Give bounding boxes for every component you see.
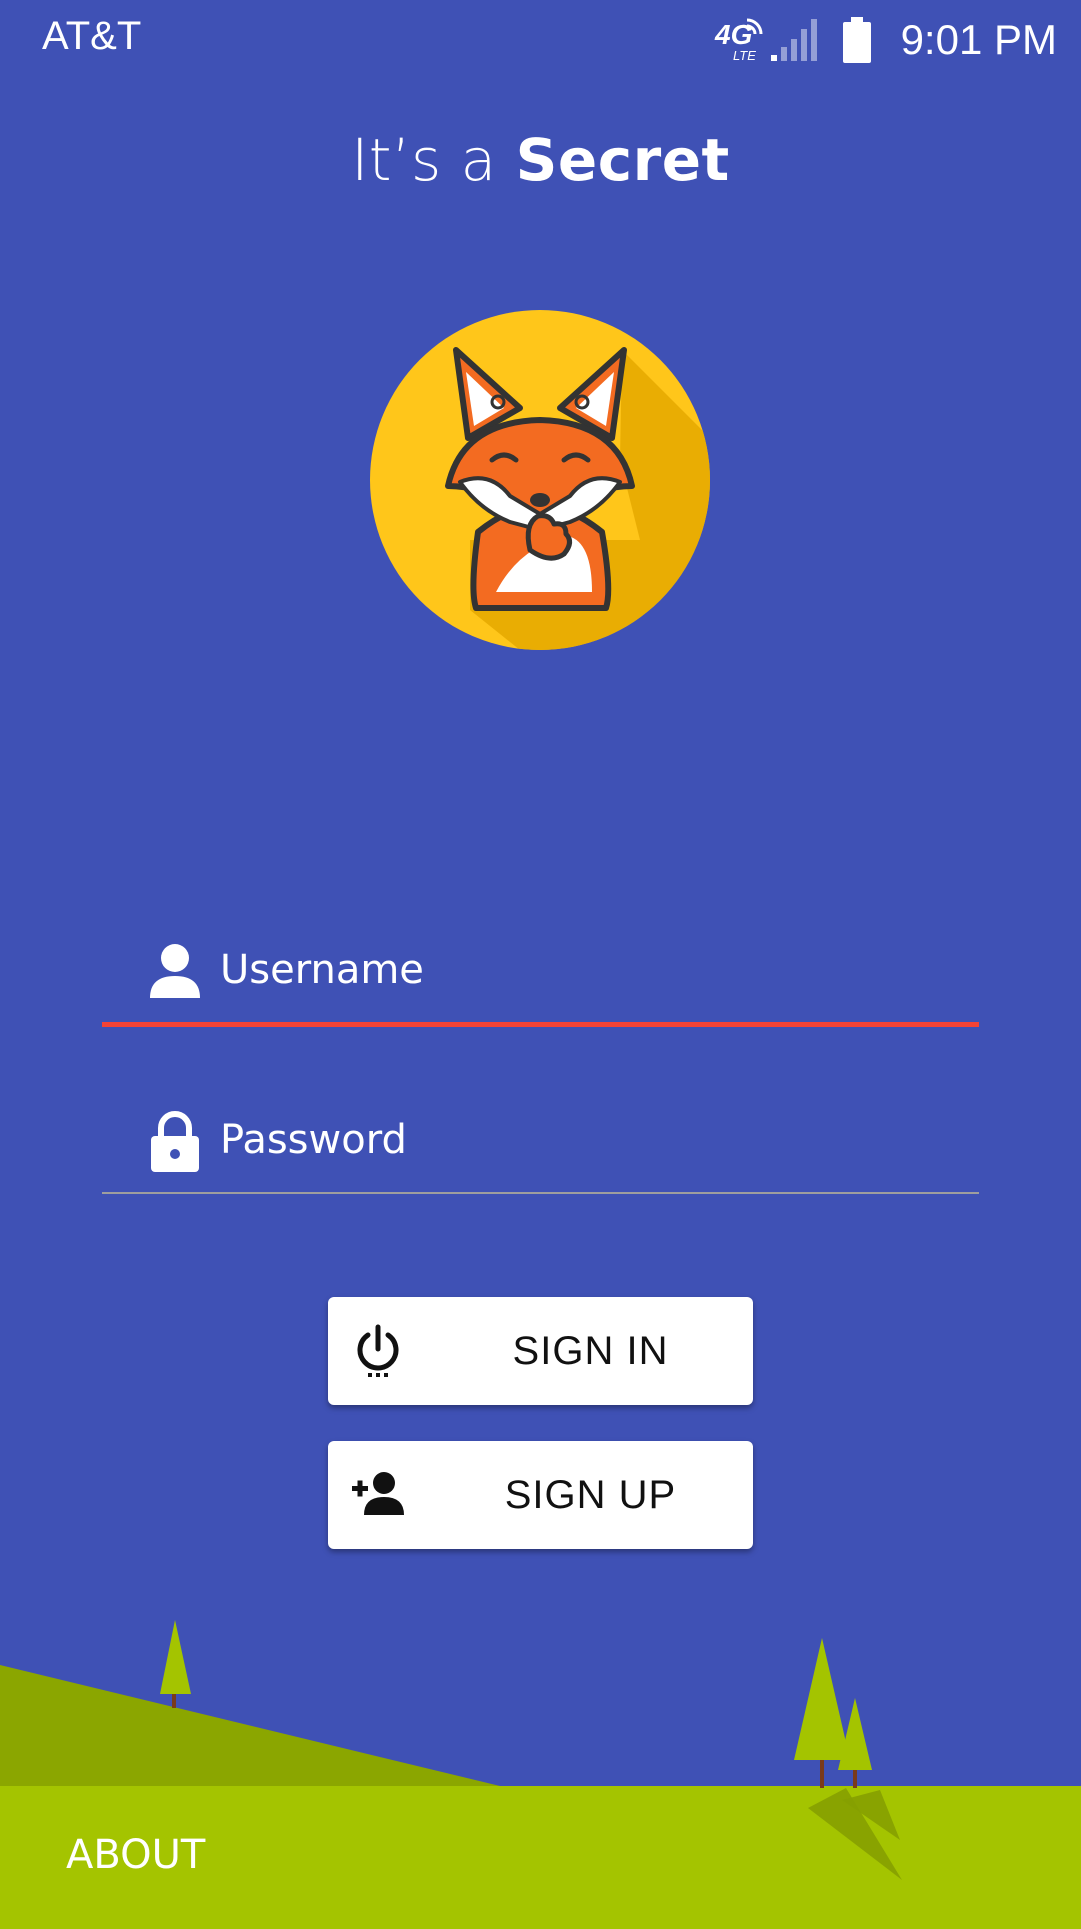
svg-text:4G: 4G (714, 19, 752, 50)
password-field[interactable] (102, 1092, 979, 1194)
hill-left (0, 1665, 500, 1786)
sign-up-button[interactable]: SIGN UP (328, 1441, 753, 1549)
status-bar: AT&T 4G LTE 9:01 PM (0, 0, 1081, 80)
username-field[interactable] (102, 922, 979, 1027)
title-regular: It’s a (351, 126, 516, 194)
add-person-icon (352, 1472, 404, 1515)
fox-shush-logo (370, 310, 710, 650)
signal-icon (770, 19, 817, 61)
about-link[interactable]: ABOUT (66, 1832, 205, 1878)
power-icon (357, 1324, 399, 1377)
tree-right-large (794, 1638, 850, 1760)
battery-icon (842, 17, 871, 63)
network-4g-lte-icon: 4G LTE (714, 18, 763, 63)
tree-left (160, 1620, 191, 1694)
app-title: It’s a Secret (0, 126, 1081, 194)
status-time: 9:01 PM (900, 16, 1057, 63)
person-icon (150, 944, 200, 998)
status-icons: 4G LTE 9:01 PM (713, 12, 1057, 68)
username-input[interactable] (220, 930, 940, 1010)
sign-in-label: SIGN IN (512, 1329, 669, 1373)
lock-icon (151, 1111, 199, 1172)
carrier-name: AT&T (42, 14, 142, 58)
sign-in-button[interactable]: SIGN IN (328, 1297, 753, 1405)
tree-right-small (838, 1698, 872, 1770)
title-bold: Secret (515, 126, 730, 194)
sign-up-label: SIGN UP (504, 1473, 677, 1517)
password-input[interactable] (220, 1100, 940, 1180)
svg-text:LTE: LTE (733, 48, 756, 63)
